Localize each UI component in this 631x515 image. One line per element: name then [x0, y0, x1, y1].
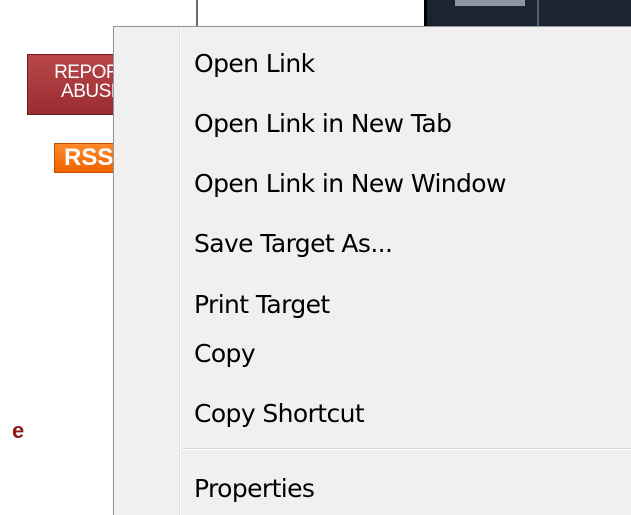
menu-item-print-target[interactable]: Print Target: [194, 283, 614, 327]
menu-item-open-link-new-tab[interactable]: Open Link in New Tab: [194, 102, 614, 146]
menu-item-save-target-as[interactable]: Save Target As...: [194, 222, 614, 266]
menu-icon-gutter: [179, 27, 181, 515]
menu-separator: [182, 448, 631, 450]
menu-item-copy[interactable]: Copy: [194, 332, 614, 376]
menu-item-open-link[interactable]: Open Link: [194, 42, 614, 86]
menu-item-copy-shortcut[interactable]: Copy Shortcut: [194, 392, 614, 436]
page-text-fragment: e: [12, 418, 25, 443]
menu-item-properties[interactable]: Properties: [194, 467, 614, 511]
context-menu: Open Link Open Link in New Tab Open Link…: [113, 26, 631, 515]
menu-item-open-link-new-window[interactable]: Open Link in New Window: [194, 162, 614, 206]
